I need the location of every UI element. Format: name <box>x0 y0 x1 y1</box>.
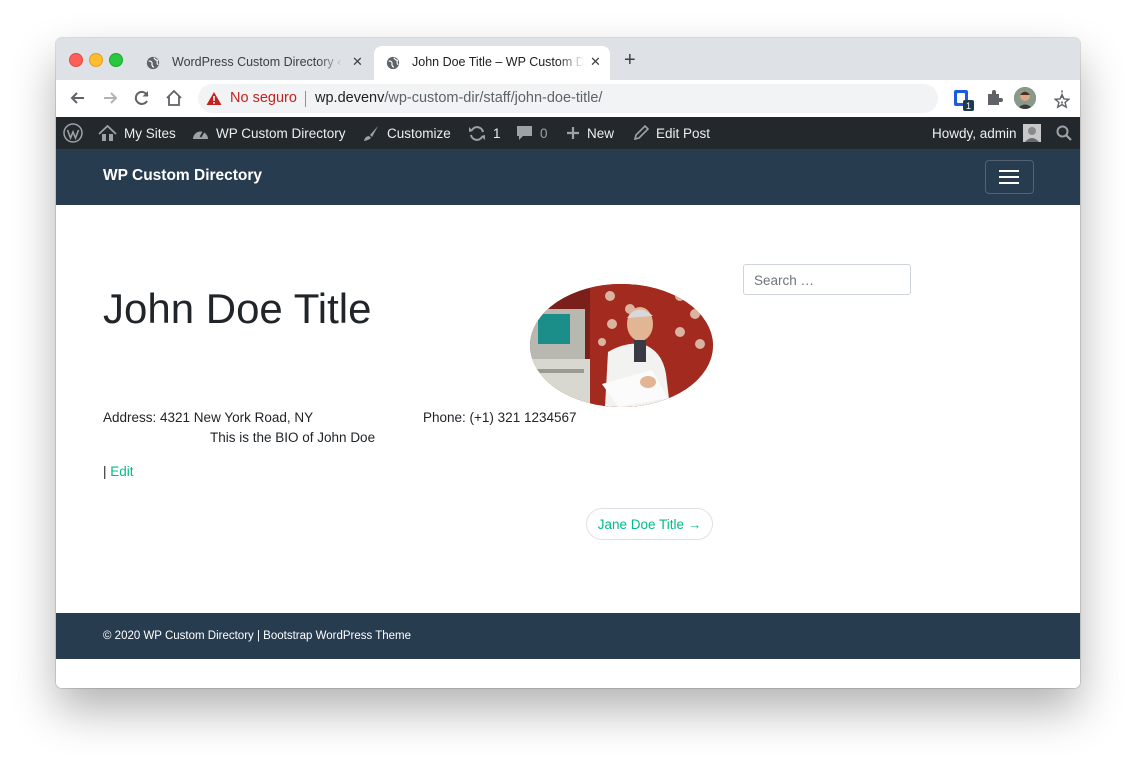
admin-bar-site-name[interactable]: WP Custom Directory <box>192 117 346 149</box>
tab-wordpress-custom-directory[interactable]: WordPress Custom Directory ‹ WP Custom D… <box>134 46 370 80</box>
divider <box>305 91 306 107</box>
staff-photo <box>530 284 713 407</box>
back-arrow-icon[interactable] <box>68 88 88 108</box>
wordpress-logo-icon[interactable] <box>63 117 90 149</box>
browser-menu-icon[interactable]: ⋮ <box>1054 87 1070 107</box>
security-status[interactable]: No seguro <box>230 90 297 106</box>
footer-copyright: © 2020 WP Custom Directory | Bootstrap W… <box>103 630 412 642</box>
new-tab-button[interactable]: + <box>624 49 636 72</box>
edit-link[interactable]: Edit <box>110 464 133 479</box>
tab-john-doe-title[interactable]: John Doe Title – WP Custom Directory ✕ <box>374 46 610 80</box>
forward-arrow-icon[interactable] <box>100 88 120 108</box>
dashboard-icon <box>193 130 208 139</box>
globe-icon <box>146 56 160 70</box>
tab-strip: WordPress Custom Directory ‹ WP Custom D… <box>56 38 1080 80</box>
url-path: /wp-custom-dir/staff/john-doe-title/ <box>384 90 603 106</box>
extension-badge: 1 <box>966 101 971 111</box>
browser-toolbar: No seguro wp.devenv/wp-custom-dir/staff/… <box>56 80 1080 117</box>
howdy-label: Howdy, admin <box>932 125 1017 141</box>
staff-address: Address: 4321 New York Road, NY <box>103 410 314 425</box>
staff-bio: This is the BIO of John Doe <box>210 430 376 445</box>
profile-avatar[interactable] <box>1014 87 1036 109</box>
admin-bar-comments[interactable]: 0 <box>516 117 548 149</box>
admin-bar-new[interactable]: New <box>566 117 614 149</box>
globe-icon <box>386 56 400 70</box>
comment-icon <box>517 126 532 140</box>
updates-icon <box>469 125 485 141</box>
tab-title: WordPress Custom Directory ‹ WP Custom D… <box>172 55 344 69</box>
hamburger-icon[interactable] <box>985 160 1034 194</box>
reload-icon[interactable] <box>132 88 152 108</box>
page-bottom <box>56 659 1080 688</box>
password-manager-extension-icon[interactable]: 1 <box>952 88 976 112</box>
admin-bar-customize[interactable]: Customize <box>363 117 451 149</box>
warning-icon <box>206 92 222 105</box>
edit-post-label: Edit Post <box>656 125 711 141</box>
admin-bar-account[interactable]: Howdy, admin <box>932 117 1041 149</box>
main-content: John Doe Title Search … Address: 4321 Ne… <box>56 205 1080 613</box>
puzzle-icon[interactable] <box>984 88 1004 108</box>
new-label: New <box>587 125 615 141</box>
page-title: John Doe Title <box>103 285 372 332</box>
admin-bar-updates[interactable]: 1 <box>468 117 501 149</box>
home-icon[interactable] <box>164 88 184 108</box>
site-footer: © 2020 WP Custom Directory | Bootstrap W… <box>56 613 1080 659</box>
zoom-window-button[interactable] <box>109 53 123 67</box>
url-text[interactable]: wp.devenv/wp-custom-dir/staff/john-doe-t… <box>315 90 602 106</box>
address-bar[interactable]: No seguro wp.devenv/wp-custom-dir/staff/… <box>198 84 1070 113</box>
edit-line: | Edit <box>103 464 134 479</box>
url-host: wp.devenv <box>315 90 385 106</box>
next-post-button[interactable]: Jane Doe Title → <box>586 508 713 540</box>
edit-separator: | <box>103 464 107 479</box>
admin-bar-my-sites[interactable]: My Sites <box>98 117 176 149</box>
close-window-button[interactable] <box>69 53 83 67</box>
browser-window: WordPress Custom Directory ‹ WP Custom D… <box>56 38 1080 688</box>
search-input[interactable]: Search … <box>743 264 911 295</box>
tab-title: John Doe Title – WP Custom Directory <box>412 55 584 69</box>
updates-count: 1 <box>493 125 501 141</box>
admin-bar-edit-post[interactable]: Edit Post <box>633 117 710 149</box>
plus-icon <box>567 127 579 139</box>
staff-phone: Phone: (+1) 321 1234567 <box>423 410 577 425</box>
brush-icon <box>364 125 378 141</box>
minimize-window-button[interactable] <box>89 53 103 67</box>
close-icon[interactable]: ✕ <box>352 54 363 70</box>
wp-admin-bar: My Sites WP Custom Directory Customize 1 <box>56 117 1080 149</box>
pencil-icon <box>633 125 649 141</box>
site-navbar: WP Custom Directory <box>56 149 1080 205</box>
comments-count: 0 <box>540 125 548 141</box>
search-icon[interactable] <box>1056 117 1079 149</box>
my-sites-label: My Sites <box>124 125 176 141</box>
close-icon[interactable]: ✕ <box>590 54 601 70</box>
customize-label: Customize <box>387 125 451 141</box>
sites-icon <box>98 124 117 141</box>
site-brand[interactable]: WP Custom Directory <box>103 167 262 185</box>
site-name-label: WP Custom Directory <box>216 125 346 141</box>
avatar <box>1022 124 1041 142</box>
